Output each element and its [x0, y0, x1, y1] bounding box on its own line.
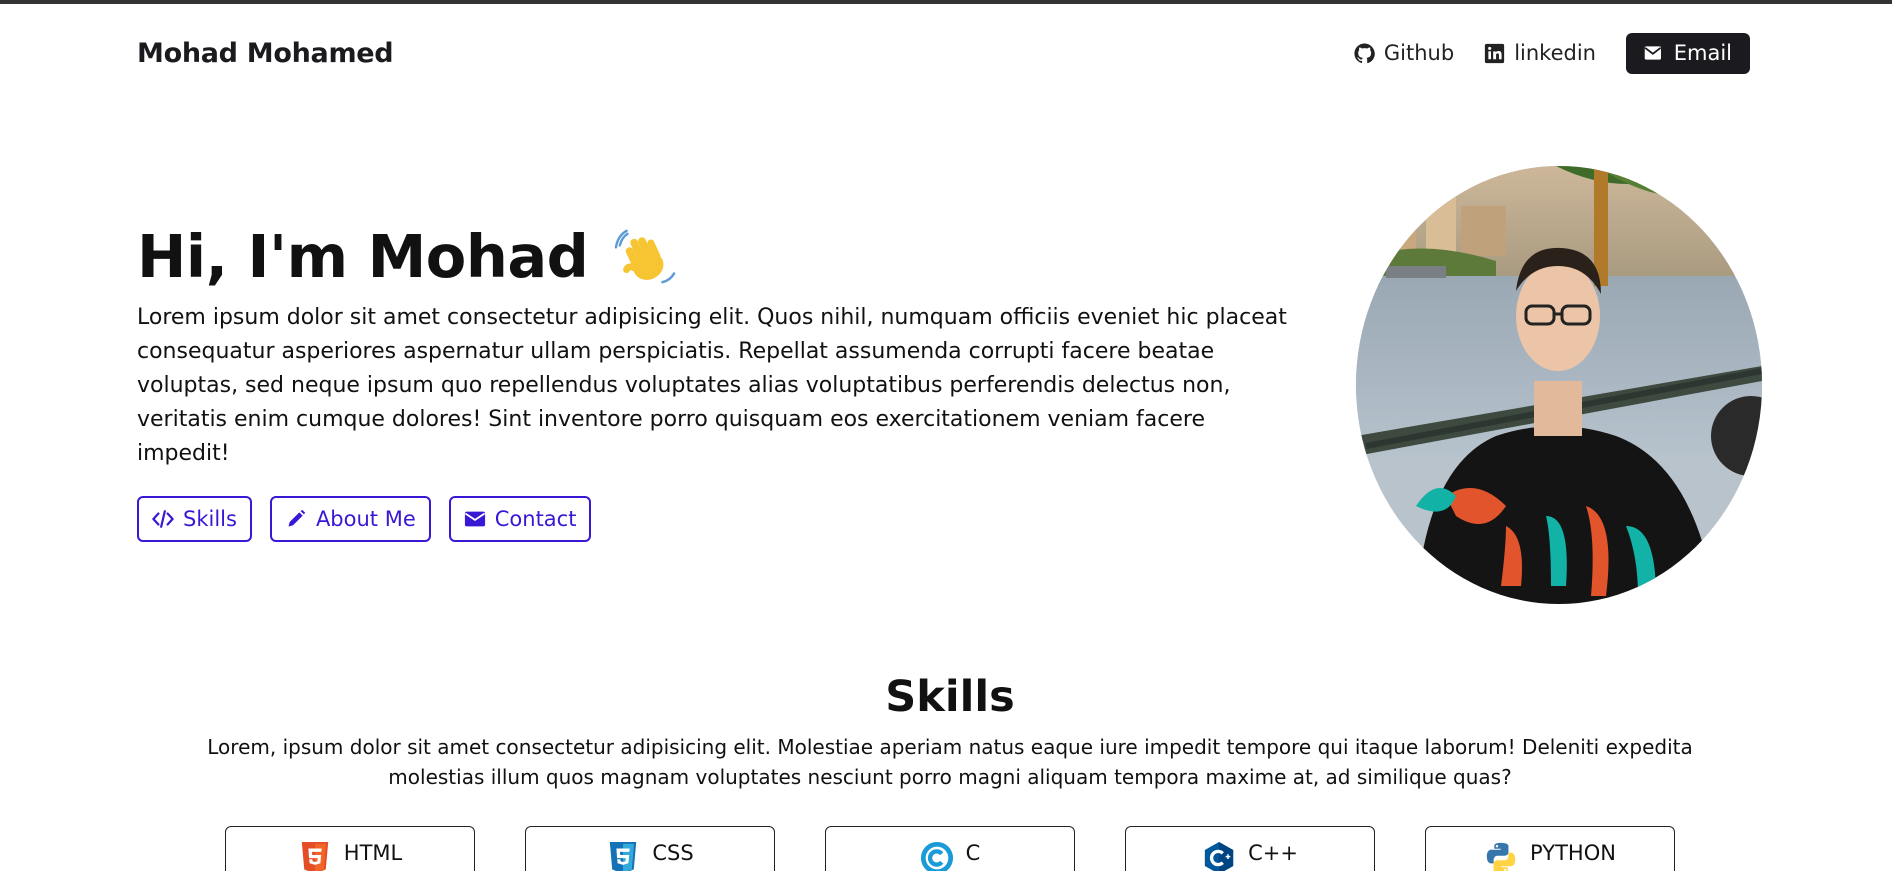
navbar: Mohad Mohamed Github linkedin Email	[137, 30, 1750, 76]
skills-button[interactable]: Skills	[137, 496, 252, 542]
python-icon	[1486, 842, 1516, 871]
hero-title: Hi, I'm Mohad	[137, 222, 676, 291]
brand-name[interactable]: Mohad Mohamed	[137, 38, 394, 69]
skill-card-css: CSS	[525, 826, 775, 871]
hero-title-text: Hi, I'm Mohad	[137, 222, 589, 291]
cplusplus-icon	[1204, 841, 1234, 871]
skill-card-label: PYTHON	[1530, 841, 1616, 865]
github-link-label: Github	[1383, 41, 1455, 65]
skills-heading: Skills	[885, 672, 1015, 722]
linkedin-link-label: linkedin	[1514, 41, 1596, 65]
skill-card-label: C++	[1248, 841, 1298, 865]
about-me-button-label: About Me	[315, 507, 416, 531]
envelope-icon	[464, 511, 485, 527]
profile-photo-illustration	[1356, 166, 1762, 604]
profile-photo	[1356, 166, 1762, 604]
c-icon	[920, 841, 953, 871]
about-me-button[interactable]: About Me	[269, 496, 431, 542]
top-border	[0, 0, 1892, 4]
skill-cards: HTML CSS C C++ PYTHON	[225, 826, 1675, 871]
contact-button[interactable]: Contact	[448, 496, 592, 542]
skill-card-python: PYTHON	[1425, 826, 1675, 871]
pencil-icon	[288, 509, 306, 527]
skills-description: Lorem, ipsum dolor sit amet consectetur …	[207, 735, 1693, 789]
code-icon	[152, 510, 174, 528]
nav-links: Github linkedin Email	[1354, 32, 1750, 74]
skill-card-label: HTML	[343, 841, 403, 865]
skill-card-c: C	[825, 826, 1075, 871]
skills-button-label: Skills	[183, 507, 237, 531]
skill-card-label: C	[965, 841, 981, 865]
skill-card-label: CSS	[652, 841, 694, 865]
github-link[interactable]: Github	[1354, 41, 1454, 65]
github-icon	[1354, 42, 1375, 63]
email-button-label: Email	[1673, 41, 1732, 65]
css3-icon	[610, 841, 637, 871]
skill-card-cplusplus: C++	[1125, 826, 1375, 871]
linkedin-link[interactable]: linkedin	[1484, 41, 1596, 65]
skill-card-html: HTML	[225, 826, 475, 871]
hero-description: Lorem ipsum dolor sit amet consectetur a…	[137, 305, 1287, 466]
contact-button-label: Contact	[494, 507, 577, 531]
linkedin-icon	[1485, 43, 1505, 63]
email-button[interactable]: Email	[1626, 32, 1750, 74]
html5-icon	[301, 841, 329, 871]
hero-buttons: Skills About Me Contact	[137, 496, 592, 542]
waving-hand-icon	[615, 229, 676, 283]
envelope-icon	[1644, 46, 1662, 60]
